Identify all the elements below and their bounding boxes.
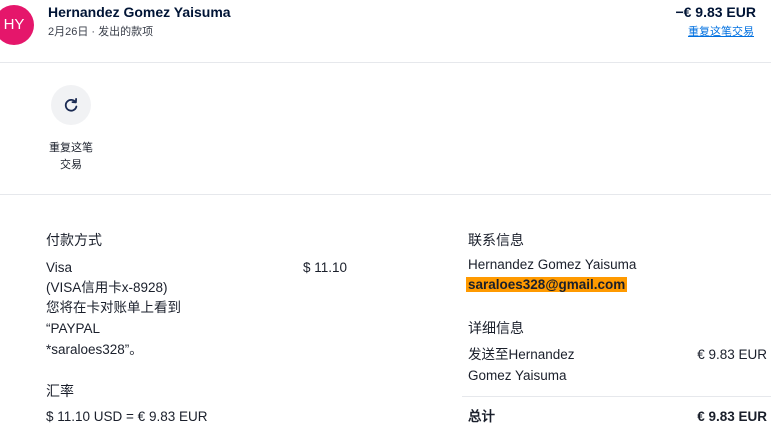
sent-to-line: Gomez Yaisuma: [468, 368, 567, 383]
details-title: 详细信息: [468, 320, 524, 336]
payment-method-line: Visa: [46, 260, 73, 275]
payment-method-line: (VISA信用卡x-8928): [46, 280, 168, 295]
divider: [462, 396, 771, 397]
exchange-rate-value: $ 11.10 USD = € 9.83 EUR: [46, 409, 208, 424]
sent-to-line: 发送至Hernandez: [468, 347, 575, 362]
total-label: 总计: [468, 409, 495, 424]
repeat-transaction-label: 重复这笔 交易: [49, 142, 93, 171]
contact-name: Hernandez Gomez Yaisuma: [468, 257, 637, 272]
payment-method-line: *saraloes328”。: [46, 342, 143, 357]
divider: [0, 62, 771, 63]
contact-info-title: 联系信息: [468, 232, 524, 248]
payment-method-line: “PAYPAL: [46, 321, 101, 336]
exchange-rate-title: 汇率: [46, 383, 74, 399]
contact-email[interactable]: saraloes328@gmail.com: [466, 277, 628, 292]
total-amount: € 9.83 EUR: [697, 409, 767, 424]
avatar: HY: [0, 5, 34, 45]
repeat-transaction-button[interactable]: [51, 85, 91, 125]
refresh-icon: [64, 98, 78, 112]
divider: [0, 194, 771, 195]
payment-method-title: 付款方式: [46, 232, 102, 248]
payment-amount: $ 11.10: [303, 260, 348, 275]
transaction-subtitle: 2月26日 · 发出的款项: [48, 26, 154, 38]
repeat-transaction-link[interactable]: 重复这笔交易: [688, 23, 754, 39]
sent-amount: € 9.83 EUR: [697, 347, 767, 362]
transaction-amount: −€ 9.83 EUR: [675, 4, 756, 20]
payment-method-line: 您将在卡对账单上看到: [46, 300, 181, 315]
counterparty-name: Hernandez Gomez Yaisuma: [48, 4, 231, 20]
